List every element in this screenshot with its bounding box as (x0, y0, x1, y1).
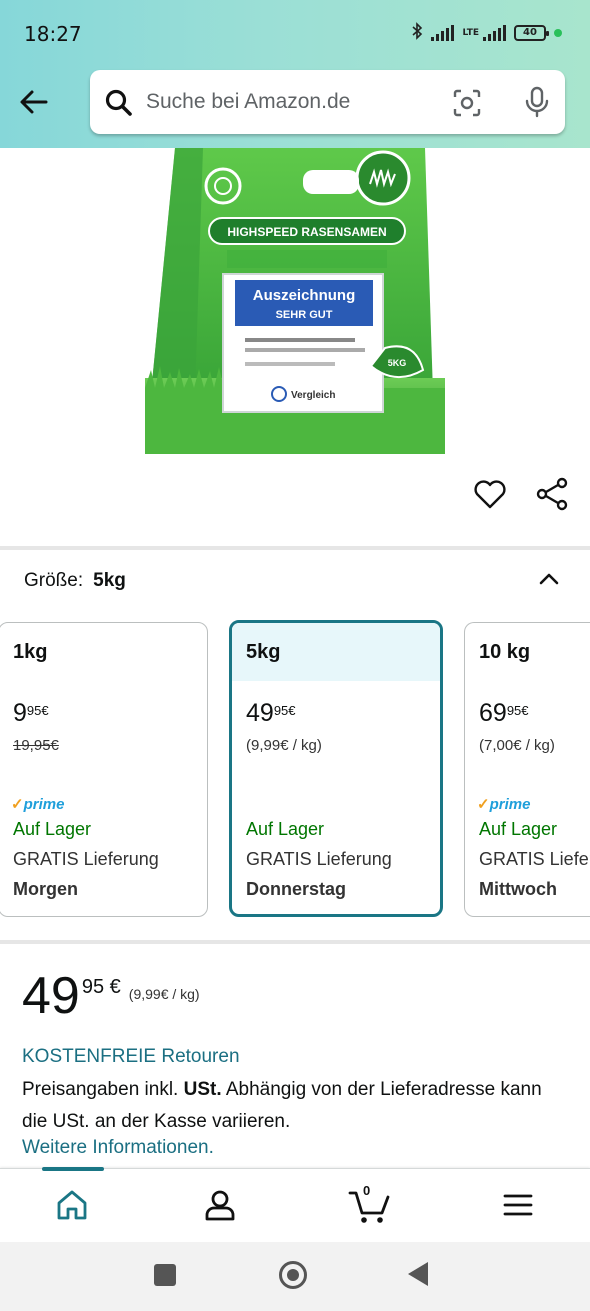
delivery-text: GRATIS Lieferung (13, 849, 159, 869)
signal-icon (431, 25, 455, 41)
active-tab-indicator (42, 1167, 104, 1171)
battery-icon: 40 (514, 25, 549, 41)
search-bar[interactable] (90, 70, 565, 134)
account-icon[interactable] (200, 1185, 240, 1225)
size-selector-label: Größe: 5kg (24, 570, 126, 592)
microphone-icon[interactable] (520, 84, 554, 120)
product-image[interactable]: HIGHSPEED RASENSAMEN Auszeichnung SEHR G… (145, 148, 445, 454)
back-arrow-icon[interactable] (16, 84, 52, 120)
home-icon[interactable] (52, 1185, 92, 1225)
prime-badge: ✓prime (477, 796, 531, 813)
delivery-text: GRATIS Lieferung (479, 849, 590, 869)
svg-text:Auszeichnung: Auszeichnung (253, 287, 356, 304)
recents-icon[interactable] (154, 1264, 176, 1286)
status-bar: 18:27 LTE 40 (0, 0, 590, 64)
size-option-5kg[interactable]: 5kg 4995€ (9,99€ / kg) Auf Lager GRATIS … (229, 620, 443, 917)
section-divider (0, 546, 590, 550)
heart-icon[interactable] (470, 474, 510, 514)
privacy-indicator-icon (554, 29, 562, 37)
prime-badge: ✓prime (11, 796, 65, 813)
cart-count-badge: 0 (363, 1183, 371, 1198)
size-option-price: 995€ (13, 699, 49, 727)
product-price: 49 95 € (9,99€ / kg) (22, 968, 200, 1024)
delivery-date: Morgen (13, 879, 78, 899)
delivery-text: GRATIS Lieferung (246, 849, 392, 869)
network-type-label: LTE (462, 27, 479, 38)
stock-status: Auf Lager (479, 819, 558, 839)
menu-icon[interactable] (498, 1185, 538, 1225)
svg-text:Vergleich: Vergleich (291, 390, 335, 401)
chevron-up-icon[interactable] (534, 564, 564, 594)
back-system-icon[interactable] (408, 1262, 428, 1286)
price-fraction: 95 € (81, 976, 121, 998)
size-label: Größe: (24, 570, 84, 591)
svg-text:SEHR GUT: SEHR GUT (276, 309, 333, 321)
size-option-name: 5kg (232, 623, 440, 681)
stock-status: Auf Lager (13, 819, 92, 839)
size-option-unit-price: (9,99€ / kg) (246, 737, 322, 754)
bottom-navigation: 0 (0, 1167, 590, 1242)
selected-size-value: 5kg (93, 570, 126, 591)
system-navigation-bar (0, 1242, 590, 1311)
free-returns-link[interactable]: KOSTENFREIE Retouren (22, 1046, 240, 1068)
svg-text:5KG: 5KG (388, 358, 407, 368)
bluetooth-icon (411, 22, 423, 44)
status-time: 18:27 (24, 22, 82, 46)
more-info-link[interactable]: Weitere Informationen. (22, 1137, 214, 1159)
section-divider (0, 940, 590, 944)
price-main: 49 (22, 967, 80, 1025)
delivery-date: Donnerstag (246, 879, 347, 899)
cart-icon[interactable]: 0 (348, 1183, 390, 1225)
search-input[interactable] (146, 70, 436, 134)
size-option-price: 4995€ (246, 699, 296, 727)
unit-price: (9,99€ / kg) (128, 986, 200, 1002)
size-option-10kg[interactable]: 10 kg 6995€ (7,00€ / kg) ✓prime Auf Lage… (464, 622, 590, 917)
size-option-name: 1kg (13, 641, 48, 663)
size-option-old-price: 19,95€ (13, 737, 59, 754)
signal-lte-icon (483, 25, 506, 41)
app-header: 18:27 LTE 40 (0, 0, 590, 148)
home-system-icon[interactable] (279, 1261, 307, 1289)
size-option-name: 10 kg (479, 641, 531, 663)
vat-note: Preisangaben inkl. USt. Abhängig von der… (22, 1079, 542, 1132)
camera-search-icon[interactable] (450, 86, 484, 120)
delivery-date: Mittwoch (479, 879, 557, 899)
status-icons: LTE 40 (411, 22, 562, 44)
share-icon[interactable] (532, 474, 572, 514)
size-option-1kg[interactable]: 1kg 995€ 19,95€ ✓prime Auf Lager GRATIS … (0, 622, 208, 917)
stock-status: Auf Lager (246, 819, 325, 839)
svg-text:HIGHSPEED RASENSAMEN: HIGHSPEED RASENSAMEN (227, 225, 386, 239)
size-option-unit-price: (7,00€ / kg) (479, 737, 555, 754)
search-icon (104, 88, 134, 118)
size-option-price: 6995€ (479, 699, 529, 727)
